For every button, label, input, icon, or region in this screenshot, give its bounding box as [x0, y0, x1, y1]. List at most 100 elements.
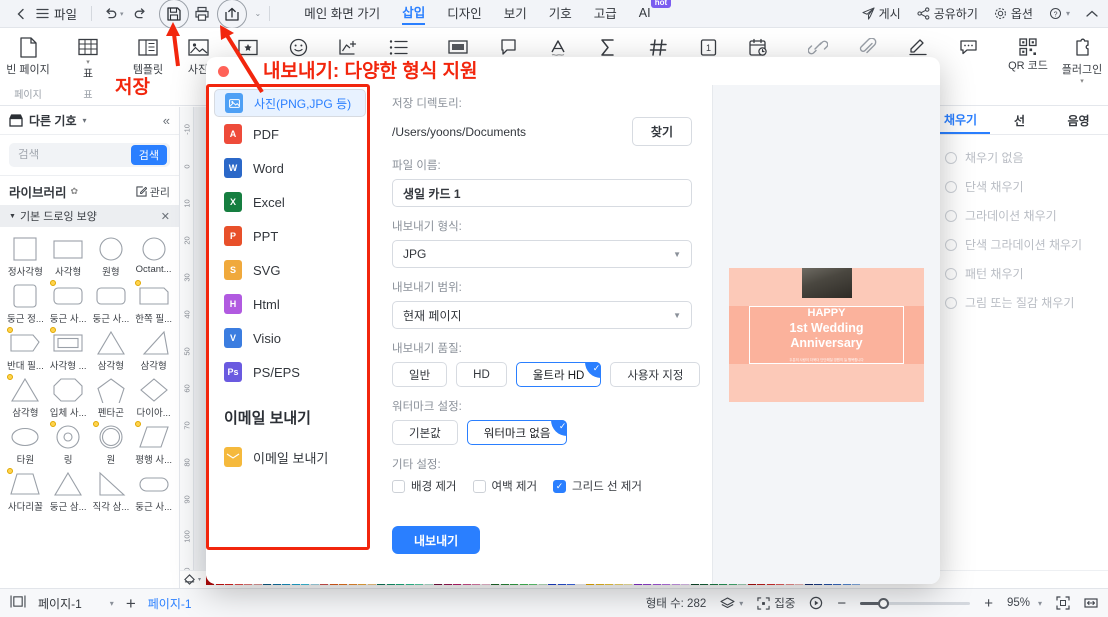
menu-item-view[interactable]: 보기	[504, 3, 527, 24]
radio-icon[interactable]	[945, 151, 957, 164]
signature-button[interactable]	[894, 32, 942, 58]
export-button[interactable]	[216, 0, 247, 29]
shape-item[interactable]: 링	[47, 421, 90, 466]
add-page-button[interactable]: +	[126, 595, 136, 612]
undo-caret-icon[interactable]: ▾	[120, 10, 124, 18]
callout-button[interactable]	[484, 32, 532, 58]
redo-icon[interactable]	[129, 3, 151, 25]
shape-item[interactable]: 정사각형	[4, 233, 47, 278]
radio-icon[interactable]	[945, 296, 957, 309]
number-button[interactable]	[634, 32, 682, 58]
shape-item[interactable]: 펜타곤	[90, 374, 133, 419]
setting-checkbox[interactable]: 배경 제거	[392, 478, 457, 494]
fill-option[interactable]: 단색 채우기	[931, 172, 1108, 201]
shape-item[interactable]: 입체 사...	[47, 374, 90, 419]
shape-item[interactable]: 타원	[4, 421, 47, 466]
file-menu[interactable]: 파일	[36, 4, 77, 23]
share-button[interactable]: 공유하기	[917, 5, 978, 22]
shape-item[interactable]: 사각형 ...	[47, 327, 90, 372]
blank-page-button[interactable]: 빈 페이지	[4, 32, 52, 77]
zoom-slider-knob[interactable]	[878, 597, 890, 609]
text-box-button[interactable]	[434, 32, 482, 58]
zoom-in-button[interactable]: +	[984, 595, 993, 612]
fill-option[interactable]: 단색 그라데이션 채우기	[931, 230, 1108, 259]
watermark-option[interactable]: 기본값	[392, 420, 458, 445]
radio-icon[interactable]	[945, 209, 957, 222]
menu-item-advanced[interactable]: 고급	[594, 3, 617, 24]
menu-item-ai[interactable]: AI hot	[639, 0, 672, 22]
save-button[interactable]	[158, 0, 189, 29]
fill-option[interactable]: 채우기 없음	[931, 143, 1108, 172]
table-button[interactable]: ▾ 표	[64, 32, 112, 81]
focus-mode-button[interactable]: 집중	[757, 595, 795, 611]
date-time-button[interactable]	[734, 32, 782, 58]
collapse-ribbon-button[interactable]	[1086, 9, 1098, 19]
page-view-icon[interactable]	[10, 595, 26, 611]
tab-line[interactable]: 선	[990, 107, 1049, 134]
undo-icon[interactable]	[100, 3, 122, 25]
shape-item[interactable]: 사각형	[47, 233, 90, 278]
shape-item[interactable]: 원형	[90, 233, 133, 278]
fit-page-button[interactable]	[1056, 596, 1070, 610]
close-icon[interactable]: ✕	[161, 210, 170, 223]
radio-icon[interactable]	[945, 180, 957, 193]
shape-item[interactable]: 둥근 사...	[47, 280, 90, 325]
shape-item[interactable]: 원	[90, 421, 133, 466]
fill-bucket-icon[interactable]: ▾	[184, 573, 204, 586]
plugin-button[interactable]: 플러그인 ▾	[1054, 32, 1108, 85]
shape-item[interactable]: 둥근 삼...	[47, 468, 90, 513]
qr-code-button[interactable]: QR 코드	[1004, 32, 1052, 84]
setting-checkbox[interactable]: ✓ 그리드 선 제거	[553, 478, 642, 494]
checkbox-icon[interactable]	[392, 479, 405, 493]
format-select[interactable]: JPG ▼	[392, 240, 692, 268]
back-icon[interactable]	[10, 3, 32, 25]
chevron-down-icon[interactable]: ⌄	[255, 9, 262, 18]
shape-item[interactable]: 직각 삼...	[90, 468, 133, 513]
template-button[interactable]: 템플릿	[124, 32, 172, 77]
shape-item[interactable]: 둥근 사...	[90, 280, 133, 325]
page-tab-1[interactable]: 페이지-1	[148, 595, 192, 612]
chevron-down-icon[interactable]: ▾	[83, 116, 87, 125]
search-button[interactable]: 검색	[130, 145, 167, 165]
help-button[interactable]: ? ▾	[1049, 7, 1070, 20]
shape-item[interactable]: 둥근 사...	[132, 468, 175, 513]
browse-button[interactable]: 찾기	[631, 117, 692, 146]
shape-item[interactable]: Octant...	[132, 233, 175, 278]
setting-checkbox[interactable]: 여백 제거	[472, 478, 537, 494]
menu-item-design[interactable]: 디자인	[447, 3, 482, 24]
checkbox-icon[interactable]	[472, 479, 486, 493]
shape-item[interactable]: 사다리꼴	[4, 468, 47, 513]
shape-item[interactable]: 한쪽 필...	[132, 280, 175, 325]
radio-icon[interactable]	[945, 238, 957, 251]
quality-option[interactable]: 일반	[392, 362, 448, 387]
checkbox-icon[interactable]: ✓	[553, 479, 567, 493]
radio-icon[interactable]	[945, 267, 957, 280]
menu-item-symbol[interactable]: 기호	[549, 3, 572, 24]
collapse-panel-button[interactable]: «	[163, 113, 170, 128]
attachment-button[interactable]	[844, 32, 892, 58]
shape-item[interactable]: 둥근 정...	[4, 280, 47, 325]
hyperlink-button[interactable]	[794, 32, 842, 58]
fill-option[interactable]: 그라데이션 채우기	[931, 201, 1108, 230]
publish-button[interactable]: 게시	[862, 5, 901, 22]
print-icon[interactable]	[191, 3, 213, 25]
shape-item[interactable]: 다이아...	[132, 374, 175, 419]
shape-item[interactable]: 삼각형	[132, 327, 175, 372]
fit-width-button[interactable]	[1084, 596, 1098, 610]
close-icon[interactable]	[218, 65, 229, 77]
filename-input[interactable]: 생일 카드 1	[392, 179, 692, 207]
manage-library-button[interactable]: 관리	[136, 184, 170, 200]
quality-option[interactable]: HD	[456, 362, 507, 387]
zoom-level[interactable]: 95% ▾	[1007, 597, 1042, 609]
zoom-out-button[interactable]: −	[837, 595, 846, 612]
quality-option[interactable]: 사용자 지정	[610, 362, 701, 387]
quality-option[interactable]: 울트라 HD	[515, 361, 602, 387]
search-input[interactable]	[18, 149, 131, 161]
watermark-option[interactable]: 워터마크 없음	[466, 419, 568, 445]
page-selector[interactable]: 페이지-1 ▾	[38, 595, 114, 612]
shape-item[interactable]: 평행 사...	[132, 421, 175, 466]
options-button[interactable]: 옵션	[994, 5, 1033, 22]
export-button[interactable]: 내보내기	[392, 526, 481, 554]
fill-option[interactable]: 그림 또는 질감 채우기	[931, 288, 1108, 317]
chevron-down-icon[interactable]: ▾	[1080, 78, 1084, 85]
